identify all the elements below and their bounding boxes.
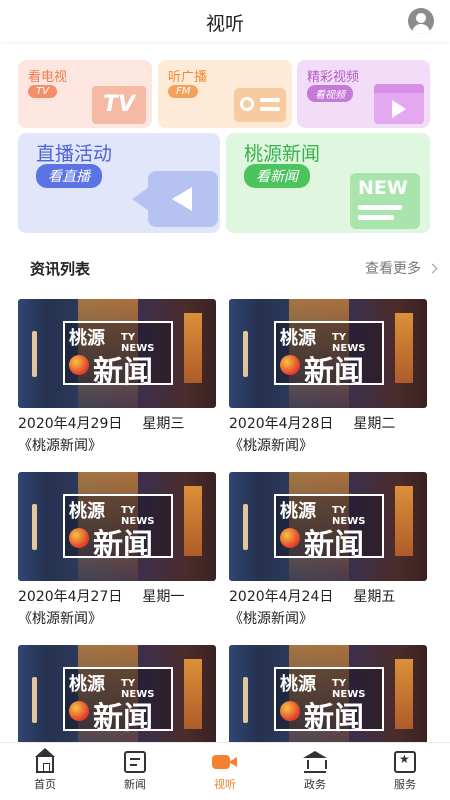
item-date: 2020年4月28日: [229, 416, 334, 432]
card-badge: TV: [28, 85, 57, 98]
item-date: 2020年4月27日: [18, 589, 123, 605]
app-header: 视听: [0, 0, 450, 42]
nav-item-audiovisual[interactable]: 视听: [180, 743, 270, 800]
item-date: 2020年4月29日: [18, 416, 123, 432]
taoyuan-news-logo: 桃源 TY NEWS 新闻: [274, 667, 384, 736]
taoyuan-news-logo: 桃源 TY NEWS 新闻: [274, 494, 384, 563]
card-badge: 看视频: [307, 85, 353, 102]
item-weekday: 星期一: [142, 589, 185, 605]
live-events-card[interactable]: 直播活动 看直播: [18, 133, 220, 233]
item-weekday: 星期二: [353, 416, 396, 432]
item-program: 《桃源新闻》: [229, 611, 313, 627]
video-thumbnail[interactable]: 桃源 TY NEWS 新闻: [229, 645, 427, 754]
item-date: 2020年4月24日: [229, 589, 334, 605]
nav-label: 服务: [394, 778, 416, 791]
card-title: 精彩视频: [307, 70, 360, 85]
taoyuan-news-logo: 桃源 TY NEWS 新闻: [274, 321, 384, 390]
view-more-link[interactable]: 查看更多: [365, 258, 438, 278]
nav-item-news[interactable]: 新闻: [90, 743, 180, 800]
nav-label: 视听: [214, 778, 236, 791]
radio-icon: [234, 88, 286, 122]
item-date-line: 2020年4月28日 星期二: [229, 413, 427, 433]
service-icon: [394, 751, 416, 773]
card-title: 看电视: [28, 70, 68, 85]
card-title: 听广播: [168, 70, 208, 85]
nav-item-government[interactable]: 政务: [270, 743, 360, 800]
video-thumbnail[interactable]: 桃源 TY NEWS 新闻: [18, 645, 216, 754]
featured-videos-card[interactable]: 精彩视频 看视频: [297, 60, 430, 128]
taoyuan-news-logo: 桃源 TY NEWS 新闻: [63, 667, 173, 736]
video-thumbnail[interactable]: 桃源 TY NEWS 新闻: [18, 472, 216, 581]
item-weekday: 星期五: [353, 589, 396, 605]
news-list-item[interactable]: 桃源 TY NEWS 新闻 2020年4月28日 星期二《桃源新闻》: [229, 299, 427, 455]
video-clapper-icon: [374, 84, 424, 124]
item-program: 《桃源新闻》: [18, 611, 102, 627]
chevron-right-icon: [427, 263, 438, 273]
user-avatar-icon[interactable]: [408, 8, 434, 34]
taoyuan-news-logo: 桃源 TY NEWS 新闻: [63, 494, 173, 563]
nav-item-service[interactable]: 服务: [360, 743, 450, 800]
news-list-item[interactable]: 桃源 TY NEWS 新闻 2020年4月24日 星期五《桃源新闻》: [229, 472, 427, 628]
nav-item-home[interactable]: 首页: [0, 743, 90, 800]
view-more-label: 查看更多: [365, 261, 421, 277]
logo-mark-icon: [280, 701, 300, 721]
news-icon: [124, 751, 146, 773]
nav-label: 新闻: [124, 778, 146, 791]
taoyuan-news-card[interactable]: 桃源新闻 看新闻 NEW: [226, 133, 430, 233]
watch-tv-card[interactable]: 看电视 TV TV: [18, 60, 152, 128]
home-icon: [35, 748, 55, 773]
video-thumbnail[interactable]: 桃源 TY NEWS 新闻: [229, 299, 427, 408]
tv-icon: TV: [92, 86, 146, 124]
card-title: 直播活动: [36, 143, 113, 165]
listen-radio-card[interactable]: 听广播 FM: [158, 60, 292, 128]
video-camera-icon: [212, 755, 237, 769]
government-icon: [303, 751, 327, 773]
card-badge: 看直播: [36, 164, 102, 188]
card-title: 桃源新闻: [244, 143, 321, 165]
newspaper-icon: NEW: [350, 173, 420, 229]
card-badge: 看新闻: [244, 164, 310, 188]
item-program: 《桃源新闻》: [18, 438, 102, 454]
video-thumbnail[interactable]: 桃源 TY NEWS 新闻: [229, 472, 427, 581]
logo-mark-icon: [280, 528, 300, 548]
nav-label: 首页: [34, 778, 56, 791]
item-weekday: 星期三: [142, 416, 185, 432]
item-date-line: 2020年4月24日 星期五: [229, 586, 427, 606]
taoyuan-news-logo: 桃源 TY NEWS 新闻: [63, 321, 173, 390]
logo-mark-icon: [69, 701, 89, 721]
video-thumbnail[interactable]: 桃源 TY NEWS 新闻: [18, 299, 216, 408]
news-list-item[interactable]: 桃源 TY NEWS 新闻 2020年4月29日 星期三《桃源新闻》: [18, 299, 216, 455]
item-date-line: 2020年4月29日 星期三: [18, 413, 216, 433]
news-list-item[interactable]: 桃源 TY NEWS 新闻 2020年4月27日 星期一《桃源新闻》: [18, 472, 216, 628]
logo-mark-icon: [69, 528, 89, 548]
page-title: 视听: [205, 13, 244, 35]
nav-label: 政务: [304, 778, 326, 791]
card-badge: FM: [168, 85, 199, 98]
bottom-navigation: 首页 新闻 视听 政务 服务: [0, 742, 450, 800]
item-date-line: 2020年4月27日 星期一: [18, 586, 216, 606]
camera-icon: [132, 171, 218, 229]
logo-mark-icon: [69, 355, 89, 375]
item-program: 《桃源新闻》: [229, 438, 313, 454]
section-title: 资讯列表: [30, 260, 91, 278]
logo-mark-icon: [280, 355, 300, 375]
